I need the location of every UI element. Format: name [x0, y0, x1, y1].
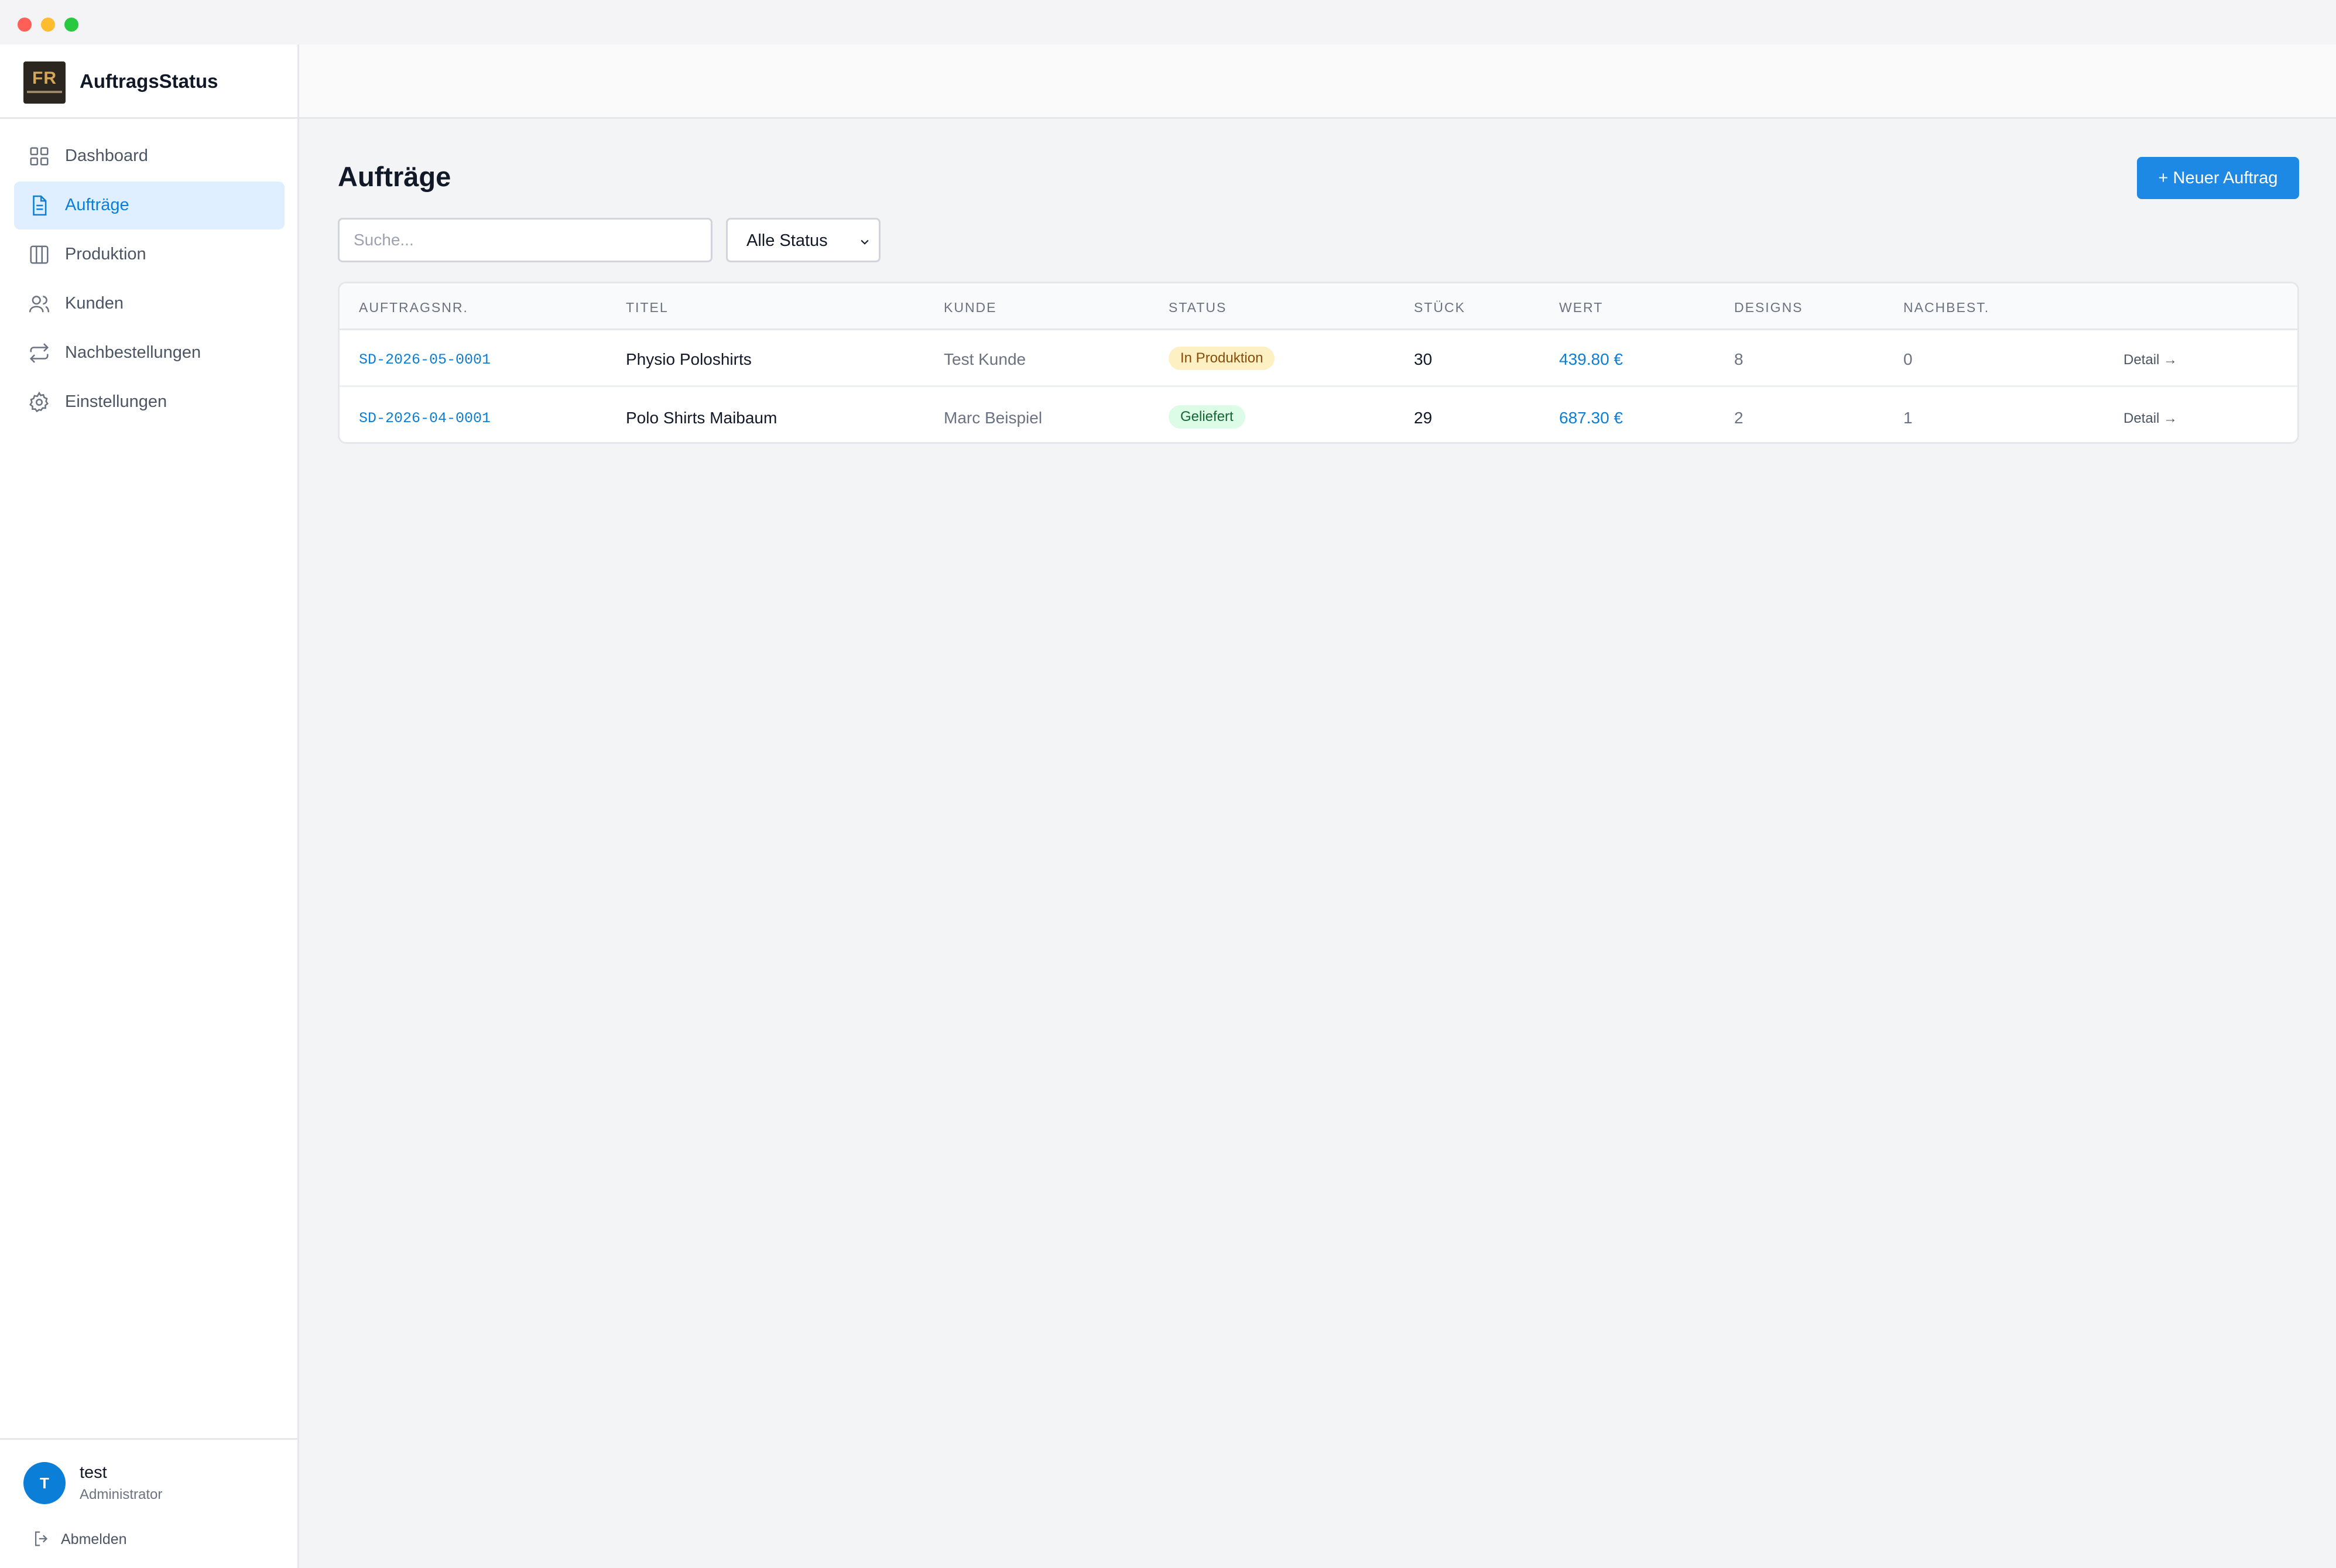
order-value: 687.30 €: [1559, 409, 1623, 427]
minimize-window-button[interactable]: [41, 18, 55, 32]
sidebar: FR AuftragsStatus Dashboard Aufträge Pro…: [0, 44, 299, 1568]
repeat-icon: [29, 343, 49, 363]
order-number-link[interactable]: SD-2026-05-0001: [359, 351, 491, 368]
table-row[interactable]: SD-2026-05-0001 Physio Poloshirts Test K…: [340, 330, 2297, 387]
sidebar-item-label: Produktion: [65, 245, 146, 263]
column-header-titel[interactable]: TITEL: [626, 300, 669, 316]
order-designs: 2: [1734, 409, 1744, 427]
status-badge: Geliefert: [1169, 405, 1245, 429]
sidebar-item-label: Aufträge: [65, 196, 129, 214]
status-filter-value: Alle Status: [746, 231, 828, 250]
top-bar: [299, 44, 2336, 119]
brand-logo-text: FR: [32, 69, 57, 88]
orders-table: AUFTRAGSNR. TITEL KUNDE STATUS STÜCK WER…: [338, 282, 2299, 444]
document-icon: [33, 195, 47, 216]
table-header: AUFTRAGSNR. TITEL KUNDE STATUS STÜCK WER…: [340, 283, 2297, 330]
order-reorders: 0: [1903, 350, 1913, 368]
order-quantity: 30: [1414, 350, 1433, 368]
sidebar-item-label: Dashboard: [65, 146, 148, 165]
order-title: Polo Shirts Maibaum: [626, 409, 777, 427]
close-window-button[interactable]: [18, 18, 32, 32]
table-row[interactable]: SD-2026-04-0001 Polo Shirts Maibaum Marc…: [340, 389, 2297, 442]
sidebar-item-nachbestellungen[interactable]: Nachbestellungen: [14, 329, 285, 377]
sidebar-item-label: Kunden: [65, 294, 124, 313]
order-quantity: 29: [1414, 409, 1433, 427]
sidebar-item-produktion[interactable]: Produktion: [14, 231, 285, 279]
app-title: AuftragsStatus: [80, 70, 218, 92]
app-window: FR AuftragsStatus Dashboard Aufträge Pro…: [0, 0, 2336, 1568]
user-role: Administrator: [80, 1487, 163, 1502]
column-header-kunde[interactable]: KUNDE: [944, 300, 997, 316]
maximize-window-button[interactable]: [64, 18, 78, 32]
brand-header: FR AuftragsStatus: [0, 44, 297, 119]
sidebar-item-kunden[interactable]: Kunden: [14, 280, 285, 328]
logout-label: Abmelden: [61, 1531, 127, 1548]
page-title: Aufträge: [338, 161, 451, 192]
sidebar-item-label: Einstellungen: [65, 392, 167, 411]
users-icon: [29, 296, 50, 313]
status-badge: In Produktion: [1169, 347, 1275, 370]
title-bar: [0, 0, 2336, 44]
sidebar-item-auftraege[interactable]: Aufträge: [14, 182, 285, 230]
user-name: test: [80, 1463, 107, 1482]
order-customer: Test Kunde: [944, 350, 1026, 368]
detail-link[interactable]: Detail →: [2123, 410, 2177, 427]
order-number-link[interactable]: SD-2026-04-0001: [359, 410, 491, 427]
sidebar-item-dashboard[interactable]: Dashboard: [14, 132, 285, 180]
new-order-button[interactable]: + Neuer Auftrag: [2137, 157, 2299, 199]
sidebar-nav: Dashboard Aufträge Produktion Kunden Nac…: [14, 132, 285, 427]
order-customer: Marc Beispiel: [944, 409, 1043, 427]
detail-link[interactable]: Detail →: [2123, 352, 2177, 368]
order-value: 439.80 €: [1559, 350, 1623, 368]
columns-icon: [30, 245, 49, 264]
column-header-designs[interactable]: DESIGNS: [1734, 300, 1803, 316]
sidebar-item-einstellungen[interactable]: Einstellungen: [14, 378, 285, 426]
status-filter-select[interactable]: Alle Status: [726, 218, 881, 262]
order-reorders: 1: [1903, 409, 1913, 427]
user-panel: T test Administrator Abmelden: [0, 1438, 297, 1568]
avatar[interactable]: T: [23, 1462, 66, 1504]
order-designs: 8: [1734, 350, 1744, 368]
column-header-auftragsnr[interactable]: AUFTRAGSNR.: [359, 300, 468, 316]
column-header-stueck[interactable]: STÜCK: [1414, 300, 1465, 316]
column-header-status[interactable]: STATUS: [1169, 300, 1227, 316]
sidebar-item-label: Nachbestellungen: [65, 343, 201, 362]
logout-icon: [35, 1531, 48, 1546]
column-header-nachbest[interactable]: NACHBEST.: [1903, 300, 1989, 316]
dashboard-grid-icon: [30, 147, 49, 166]
search-input[interactable]: [338, 218, 713, 262]
chevron-down-icon: [861, 239, 869, 245]
order-title: Physio Poloshirts: [626, 350, 752, 368]
gear-icon: [29, 391, 49, 413]
brand-logo: FR: [23, 61, 66, 104]
column-header-wert[interactable]: WERT: [1559, 300, 1603, 316]
